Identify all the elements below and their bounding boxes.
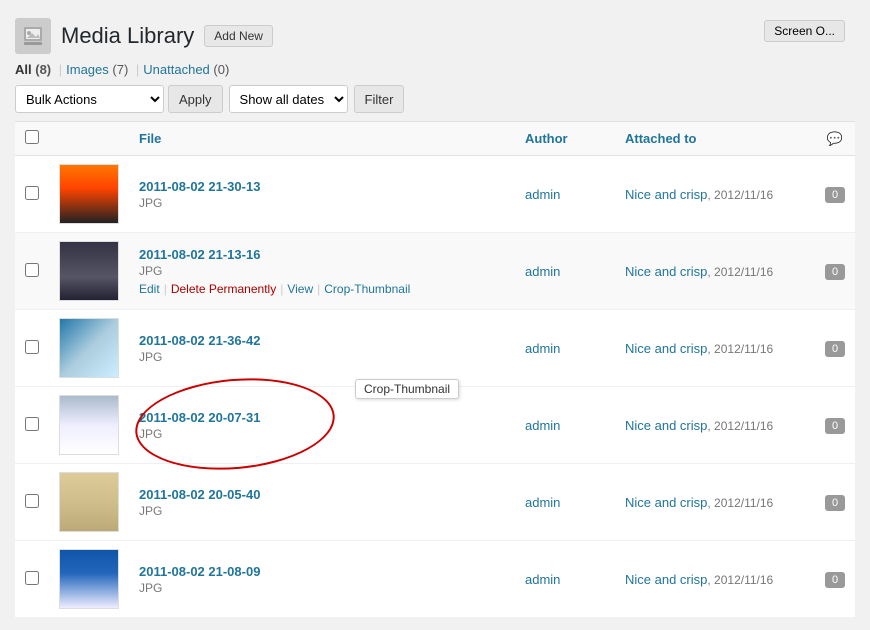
- author-link[interactable]: admin: [525, 418, 560, 433]
- author-link[interactable]: admin: [525, 264, 560, 279]
- author-header: Author: [515, 122, 615, 156]
- table-row: 2011-08-02 20-05-40 JPG admin Nice and c…: [15, 464, 855, 541]
- attached-date: , 2012/11/16: [707, 265, 773, 279]
- tab-images[interactable]: Images (7) |: [66, 62, 143, 77]
- comment-count: 0: [825, 264, 845, 280]
- author-link[interactable]: admin: [525, 495, 560, 510]
- table-row: 2011-08-02 21-13-16 JPG Edit | Delete Pe…: [15, 233, 855, 310]
- attached-date: , 2012/11/16: [707, 419, 773, 433]
- tab-all[interactable]: All (8) |: [15, 62, 66, 77]
- row-checkbox[interactable]: [25, 340, 39, 354]
- attached-link[interactable]: Nice and crisp: [625, 187, 707, 202]
- select-all-header: [15, 122, 49, 156]
- comment-icon: 💬: [827, 131, 843, 146]
- page-header: Media Library Add New: [15, 10, 855, 54]
- thumbnail: [59, 241, 119, 301]
- row-checkbox[interactable]: [25, 263, 39, 277]
- attached-date: , 2012/11/16: [707, 342, 773, 356]
- delete-link[interactable]: Delete Permanently: [171, 282, 276, 296]
- comment-count: 0: [825, 418, 845, 434]
- filetype: JPG: [139, 504, 505, 518]
- author-link[interactable]: admin: [525, 341, 560, 356]
- apply-button[interactable]: Apply: [168, 85, 223, 113]
- edit-link[interactable]: Edit: [139, 282, 160, 296]
- crop-thumbnail-tooltip: Crop-Thumbnail: [355, 379, 459, 399]
- attached-header: Attached to: [615, 122, 815, 156]
- filename-link[interactable]: 2011-08-02 20-05-40: [139, 487, 260, 502]
- tab-unattached[interactable]: Unattached (0): [143, 62, 229, 77]
- attached-date: , 2012/11/16: [707, 496, 773, 510]
- author-link[interactable]: admin: [525, 572, 560, 587]
- sep1: |: [164, 282, 167, 296]
- attached-date: , 2012/11/16: [707, 188, 773, 202]
- file-header[interactable]: File: [129, 122, 515, 156]
- media-library-icon: [15, 18, 51, 54]
- media-table: File Author Attached to 💬 2011-08-02 21-…: [15, 121, 855, 618]
- sep2: |: [280, 282, 283, 296]
- attached-date: , 2012/11/16: [707, 573, 773, 587]
- sep3: |: [317, 282, 320, 296]
- row-checkbox[interactable]: [25, 417, 39, 431]
- tooltip-row: Crop-Thumbnail: [15, 387, 855, 388]
- date-filter-select[interactable]: Show all dates: [229, 85, 348, 113]
- row-checkbox[interactable]: [25, 186, 39, 200]
- filetype: JPG: [139, 264, 505, 278]
- thumb-header: [49, 122, 129, 156]
- filetype: JPG: [139, 581, 505, 595]
- filetype: JPG: [139, 350, 505, 364]
- table-row: 2011-08-02 21-08-09 JPG admin Nice and c…: [15, 541, 855, 618]
- attached-link[interactable]: Nice and crisp: [625, 572, 707, 587]
- bulk-actions-select[interactable]: Bulk Actions Delete Permanently: [15, 85, 164, 113]
- thumbnail: [59, 318, 119, 378]
- comment-count: 0: [825, 495, 845, 511]
- row-actions: Edit | Delete Permanently | View | Crop-…: [139, 282, 505, 296]
- crop-link[interactable]: Crop-Thumbnail: [324, 282, 410, 296]
- view-link[interactable]: View: [287, 282, 313, 296]
- comment-count: 0: [825, 572, 845, 588]
- row-checkbox[interactable]: [25, 494, 39, 508]
- attached-link[interactable]: Nice and crisp: [625, 418, 707, 433]
- attached-link[interactable]: Nice and crisp: [625, 264, 707, 279]
- filename-link[interactable]: 2011-08-02 21-13-16: [139, 247, 260, 262]
- filename-link[interactable]: 2011-08-02 21-36-42: [139, 333, 260, 348]
- table-header-row: File Author Attached to 💬: [15, 122, 855, 156]
- attached-link[interactable]: Nice and crisp: [625, 495, 707, 510]
- thumbnail: [59, 164, 119, 224]
- thumbnail: [59, 549, 119, 609]
- filetype: JPG: [139, 427, 505, 441]
- comment-count: 0: [825, 187, 845, 203]
- author-link[interactable]: admin: [525, 187, 560, 202]
- comment-count: 0: [825, 341, 845, 357]
- toolbar: Bulk Actions Delete Permanently Apply Sh…: [15, 85, 855, 113]
- filetype: JPG: [139, 196, 505, 210]
- thumbnail: [59, 472, 119, 532]
- filename-link[interactable]: 2011-08-02 21-30-13: [139, 179, 260, 194]
- bulk-actions-group: Bulk Actions Delete Permanently Apply: [15, 85, 223, 113]
- main-content: File Author Attached to 💬 2011-08-02 21-…: [15, 121, 855, 618]
- thumbnail: [59, 395, 119, 455]
- filter-button[interactable]: Filter: [354, 85, 405, 113]
- attached-link[interactable]: Nice and crisp: [625, 341, 707, 356]
- screen-options-button[interactable]: Screen O...: [764, 20, 845, 42]
- filter-tabs: All (8) | Images (7) | Unattached (0): [15, 62, 855, 77]
- select-all-checkbox[interactable]: [25, 130, 39, 144]
- row-checkbox[interactable]: [25, 571, 39, 585]
- comment-header: 💬: [815, 122, 855, 156]
- filename-link[interactable]: 2011-08-02 21-08-09: [139, 564, 260, 579]
- table-row: 2011-08-02 21-30-13 JPG admin Nice and c…: [15, 156, 855, 233]
- filename-link[interactable]: 2011-08-02 20-07-31: [139, 410, 260, 425]
- page-title: Media Library: [61, 25, 194, 47]
- table-row: 2011-08-02 21-36-42 JPG admin Nice and c…: [15, 310, 855, 387]
- add-new-button[interactable]: Add New: [204, 25, 273, 47]
